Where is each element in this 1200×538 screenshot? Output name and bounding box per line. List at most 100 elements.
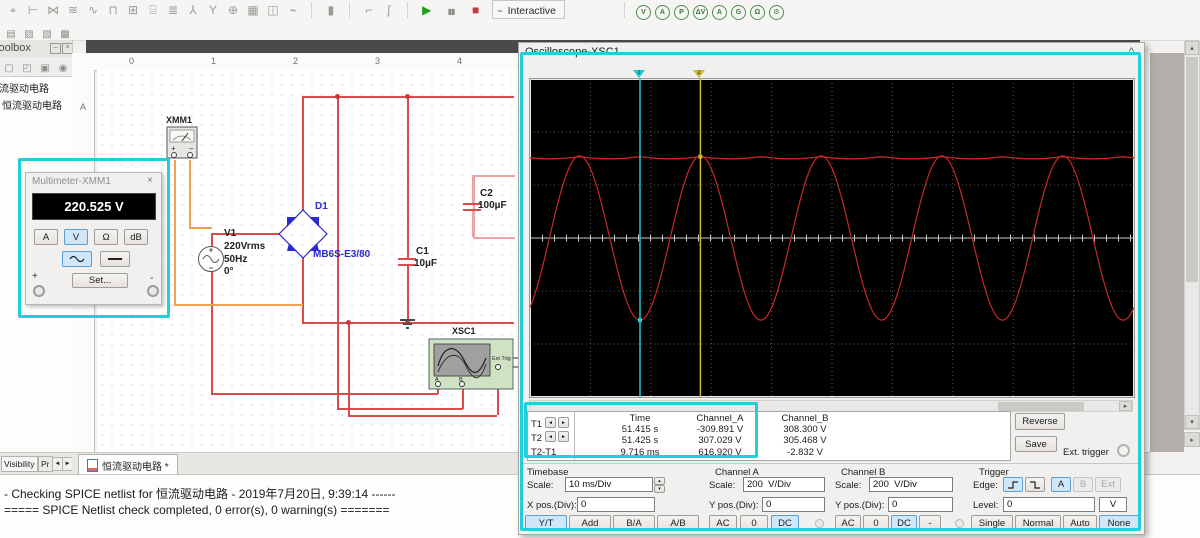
t1-left-button[interactable]: ◄ xyxy=(545,417,556,428)
add-mode-button[interactable]: Add xyxy=(569,515,611,531)
toolbar-icon[interactable]: ⌐ xyxy=(360,2,378,18)
trigger-source-ext-button[interactable]: Ext xyxy=(1095,477,1121,492)
rising-edge-button[interactable] xyxy=(1003,477,1023,492)
component-toolbar-icon[interactable]: ⊓ xyxy=(104,2,122,18)
channel-a-ac-button[interactable]: AC xyxy=(709,515,737,531)
channel-b-radio[interactable] xyxy=(955,519,964,528)
multimeter-mode-ohm-button[interactable]: Ω xyxy=(94,229,118,245)
component-toolbar-icon[interactable]: ⅄ xyxy=(184,2,202,18)
channel-a-dc-button[interactable]: DC xyxy=(771,515,799,531)
component-toolbar-icon[interactable]: ∿ xyxy=(84,2,102,18)
probe-icon[interactable]: A xyxy=(711,5,727,20)
save-button[interactable]: Save xyxy=(1015,436,1057,452)
channel-a-radio[interactable] xyxy=(815,519,824,528)
component-toolbar-icon[interactable]: ⌖ xyxy=(4,2,22,18)
channel-a-scale-input[interactable] xyxy=(743,477,825,492)
yt-mode-button[interactable]: Y/T xyxy=(525,515,567,531)
ac-source-symbol[interactable] xyxy=(197,245,227,275)
multimeter-mode-v-button[interactable]: V xyxy=(64,229,88,245)
channel-b-ypos-input[interactable] xyxy=(888,497,953,512)
trigger-single-button[interactable]: Single xyxy=(971,515,1013,531)
probe-icon[interactable]: P xyxy=(673,5,689,20)
multimeter-symbol[interactable]: + − xyxy=(166,126,198,160)
cursor-2-flag[interactable]: 2 xyxy=(693,70,705,78)
toolbar-icon[interactable]: ∫ xyxy=(380,2,398,18)
timebase-spin-down-icon[interactable]: ▾ xyxy=(654,485,665,493)
dc-mode-button[interactable] xyxy=(100,251,130,267)
collapse-icon[interactable]: ^ xyxy=(1129,46,1134,58)
trigger-level-input[interactable] xyxy=(1003,497,1095,512)
multimeter-mode-a-button[interactable]: A xyxy=(34,229,58,245)
trigger-source-b-button[interactable]: B xyxy=(1073,477,1093,492)
vertical-scrollbar-thumb[interactable] xyxy=(1186,57,1198,282)
hscroll-right-icon[interactable]: ▸ xyxy=(1184,432,1200,447)
toolbox-tab-visibility[interactable]: Visibility xyxy=(1,456,38,472)
channel-a-ypos-input[interactable] xyxy=(762,497,825,512)
run-simulation-icon[interactable]: ▶ xyxy=(418,2,436,18)
negative-terminal[interactable] xyxy=(147,285,159,297)
toolbox-tool-icon[interactable]: ▢ xyxy=(2,62,16,75)
component-toolbar-icon[interactable]: ▦ xyxy=(244,2,262,18)
t2-left-button[interactable]: ◄ xyxy=(545,431,556,442)
probe-icon[interactable]: G xyxy=(730,5,746,20)
ab-mode-button[interactable]: A/B xyxy=(657,515,699,531)
component-toolbar-icon[interactable]: ⊢ xyxy=(24,2,42,18)
trigger-level-unit-select[interactable]: V xyxy=(1099,497,1127,512)
ba-mode-button[interactable]: B/A xyxy=(613,515,655,531)
multimeter-window[interactable]: Multimeter-XMM1 × 220.525 V A V Ω dB + -… xyxy=(25,172,162,305)
component-toolbar-icon[interactable]: ⌁ xyxy=(284,2,302,18)
interactive-profile-dropdown[interactable]: ⌁ Interactive xyxy=(492,0,566,20)
channel-a-zero-button[interactable]: 0 xyxy=(740,515,768,531)
probe-icon[interactable]: ⚙ xyxy=(768,5,784,20)
toolbox-minimize-icon[interactable]: – xyxy=(50,43,61,54)
toolbar-icon[interactable]: ▮ xyxy=(322,2,340,18)
toolbox-tree-item[interactable]: 恒流驱动电路 xyxy=(2,95,72,112)
component-toolbar-icon[interactable]: ⋈ xyxy=(44,2,62,18)
oscilloscope-display[interactable] xyxy=(529,78,1135,398)
stop-simulation-icon[interactable]: ■ xyxy=(467,2,485,18)
component-toolbar-icon[interactable]: ≋ xyxy=(64,2,82,18)
timebase-spin-up-icon[interactable]: ▴ xyxy=(654,477,665,485)
component-toolbar-icon[interactable]: ◫ xyxy=(264,2,282,18)
ac-mode-button[interactable] xyxy=(62,251,92,267)
trigger-none-button[interactable]: None xyxy=(1099,515,1139,531)
reverse-button[interactable]: Reverse xyxy=(1015,413,1065,430)
component-toolbar-icon[interactable]: Y xyxy=(204,2,222,18)
positive-terminal[interactable] xyxy=(33,285,45,297)
toolbox-tab-project[interactable]: Pr xyxy=(38,456,53,472)
pause-simulation-icon[interactable]: ▮▮ xyxy=(442,4,460,20)
set-button[interactable]: Set... xyxy=(72,273,128,288)
cursor-1-flag[interactable]: 1 xyxy=(633,70,645,78)
probe-icon[interactable]: A xyxy=(654,5,670,20)
channel-b-dc-button[interactable]: DC xyxy=(891,515,917,531)
ext-trigger-terminal[interactable] xyxy=(1117,444,1130,457)
oscilloscope-symbol[interactable]: Ext Trig A B xyxy=(428,336,518,394)
trigger-auto-button[interactable]: Auto xyxy=(1063,515,1097,531)
probe-icon[interactable]: Ω xyxy=(749,5,765,20)
channel-b-minus-button[interactable]: - xyxy=(919,515,941,531)
falling-edge-button[interactable] xyxy=(1025,477,1045,492)
toolbox-tool-icon[interactable]: ▣ xyxy=(38,62,52,75)
toolbox-tool-icon[interactable]: ◉ xyxy=(56,62,70,75)
multimeter-mode-db-button[interactable]: dB xyxy=(124,229,148,245)
channel-b-scale-input[interactable] xyxy=(869,477,953,492)
trigger-normal-button[interactable]: Normal xyxy=(1015,515,1061,531)
component-toolbar-icon[interactable]: ⊕ xyxy=(224,2,242,18)
probe-icon[interactable]: V xyxy=(635,5,651,20)
trigger-source-a-button[interactable]: A xyxy=(1051,477,1071,492)
timebase-scale-input[interactable] xyxy=(565,477,653,492)
toolbox-tree-item[interactable]: 恒流驱动电路 xyxy=(0,77,72,95)
scroll-up-icon[interactable]: ▴ xyxy=(1185,41,1199,55)
component-toolbar-icon[interactable]: ⊞ xyxy=(124,2,142,18)
sheet-tab[interactable]: 恒流驱动电路 * xyxy=(78,454,178,475)
t1-right-button[interactable]: ► xyxy=(558,417,569,428)
channel-b-zero-button[interactable]: 0 xyxy=(863,515,889,531)
close-icon[interactable]: × xyxy=(147,175,153,186)
display-hscrollbar-thumb[interactable] xyxy=(998,402,1084,411)
vertical-scrollbar[interactable]: ▴ ▾ xyxy=(1184,40,1200,430)
probe-icon[interactable]: ΔV xyxy=(692,5,708,20)
component-toolbar-icon[interactable]: ⌸ xyxy=(144,2,162,18)
scroll-down-icon[interactable]: ▾ xyxy=(1185,415,1199,429)
channel-b-ac-button[interactable]: AC xyxy=(835,515,861,531)
display-scroll-right-icon[interactable]: ▸ xyxy=(1119,401,1132,411)
